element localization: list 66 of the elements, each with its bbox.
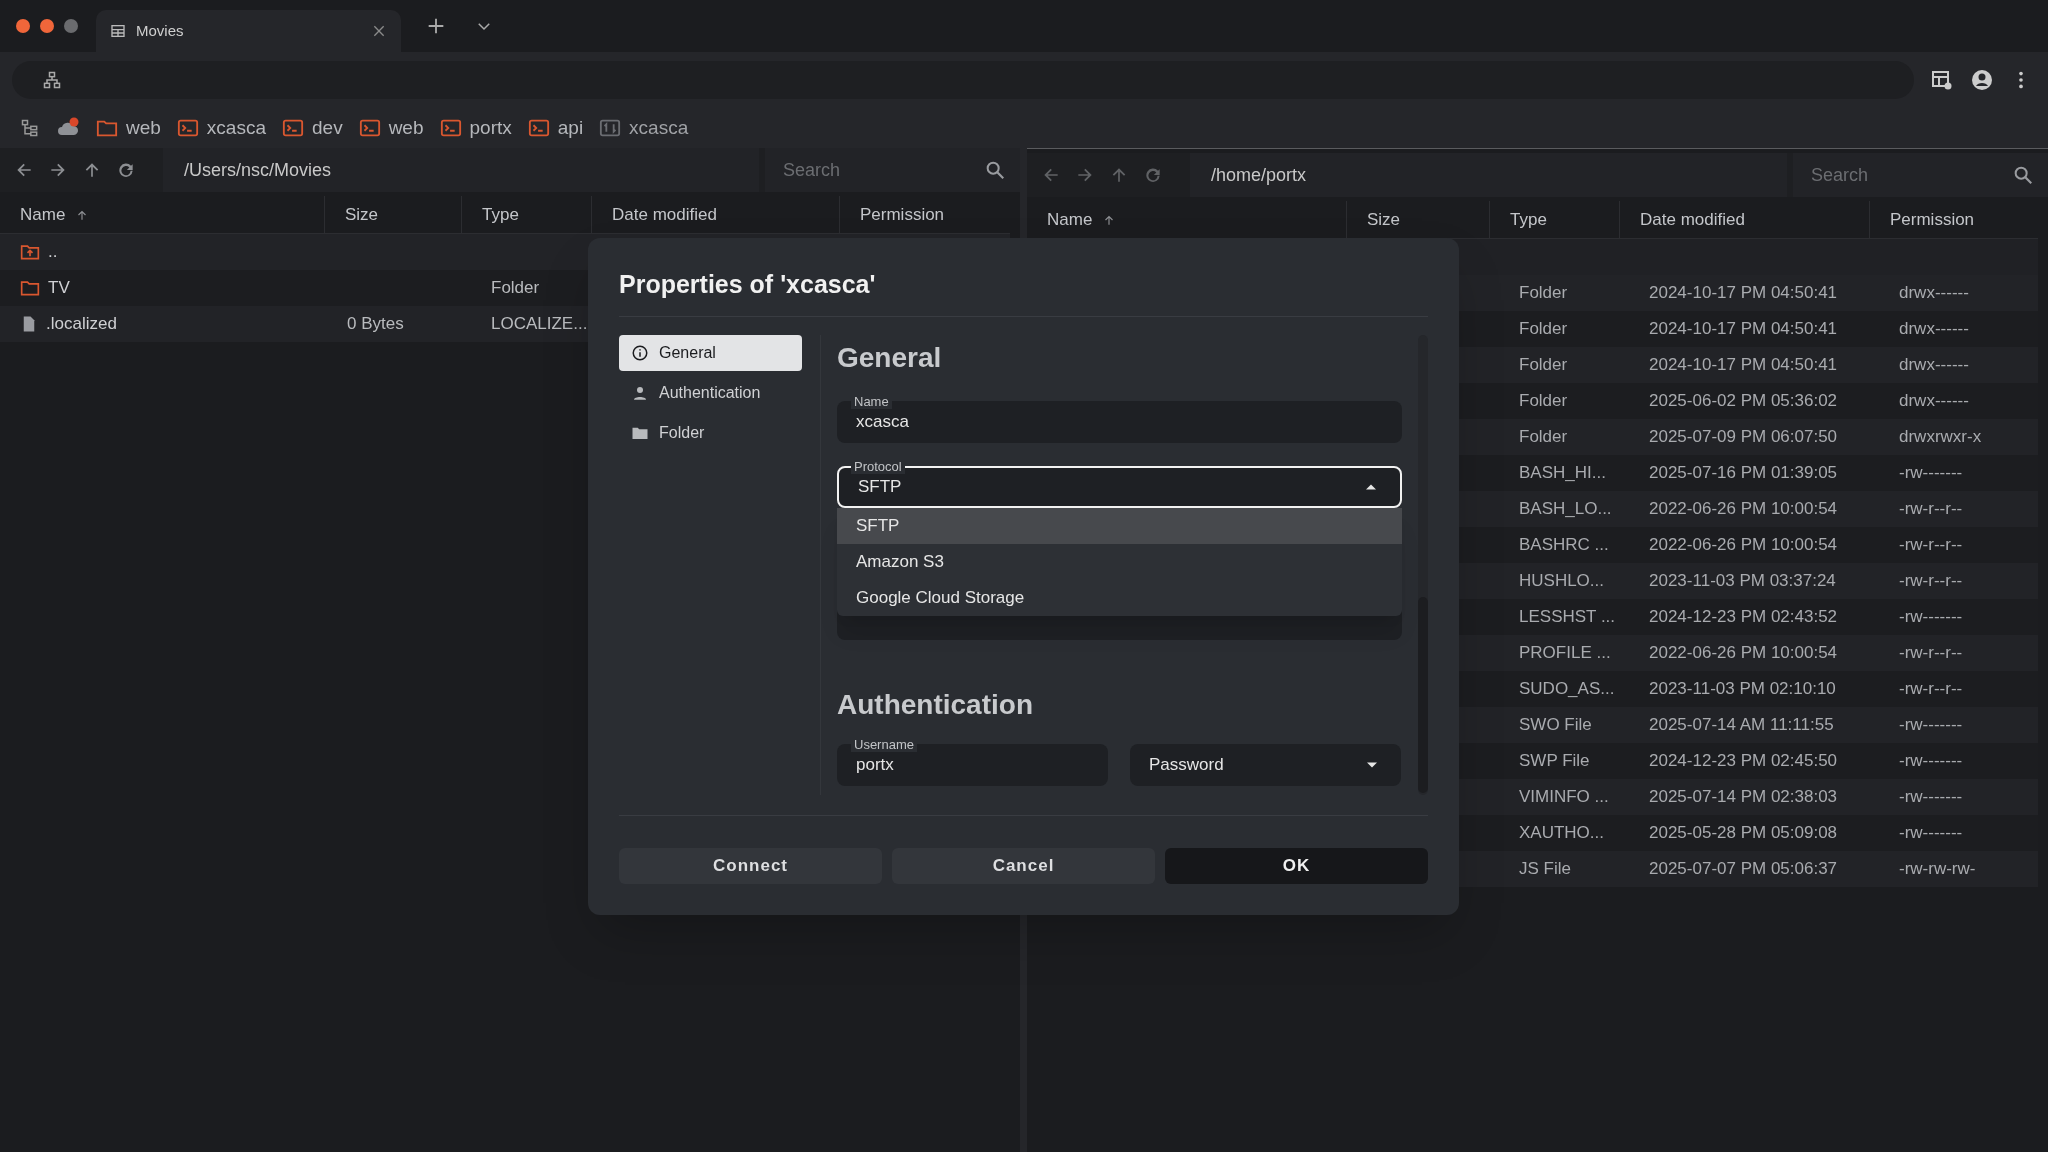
table-cell-text: 2025-07-14 AM 11:11:55 bbox=[1648, 714, 1835, 737]
field-value: portx bbox=[856, 754, 895, 777]
table-cell-text: 2024-12-23 PM 02:43:52 bbox=[1648, 606, 1839, 629]
field-label: Name bbox=[851, 395, 892, 409]
table-cell-text: -rw-r--r-- bbox=[1898, 570, 1964, 593]
section-heading: General bbox=[837, 341, 942, 375]
table-cell-text: 2025-07-16 PM 01:39:05 bbox=[1648, 462, 1839, 485]
table-cell-text: -rw------- bbox=[1898, 786, 1964, 809]
table-cell-text: -rw-r--r-- bbox=[1898, 498, 1964, 521]
table-cell-text: SWO File bbox=[1518, 714, 1593, 737]
table-cell-text: 2025-07-14 PM 02:38:03 bbox=[1648, 786, 1839, 809]
table-cell-text: HUSHLO... bbox=[1518, 570, 1606, 593]
file-name: .localized bbox=[46, 313, 117, 336]
table-cell-text: -rw-r--r-- bbox=[1898, 534, 1964, 557]
table-cell-text: BASHRC ... bbox=[1518, 534, 1610, 557]
table-cell-text: -rw------- bbox=[1898, 714, 1964, 737]
dialog-title: Properties of 'xcasca' bbox=[619, 269, 877, 300]
table-cell-text: 2023-11-03 PM 02:10:10 bbox=[1648, 678, 1837, 701]
table-cell-text: 2024-10-17 PM 04:50:41 bbox=[1648, 282, 1839, 305]
table-cell-text: BASH_HI... bbox=[1518, 462, 1607, 485]
table-cell-text: drwxrwxr-x bbox=[1898, 426, 1983, 449]
table-cell-text: Folder bbox=[490, 277, 541, 300]
field-value: xcasca bbox=[856, 411, 910, 434]
table-cell-text: XAUTHO... bbox=[1518, 822, 1605, 845]
table-cell-text: PROFILE ... bbox=[1518, 642, 1612, 665]
table-cell-text: 2022-06-26 PM 10:00:54 bbox=[1648, 534, 1839, 557]
table-cell-text: VIMINFO ... bbox=[1518, 786, 1610, 809]
table-cell-text: SUDO_AS... bbox=[1518, 678, 1616, 701]
table-cell-text: 0 Bytes bbox=[346, 313, 405, 336]
table-cell-text: SWP File bbox=[1518, 750, 1591, 773]
table-cell-text: Folder bbox=[1518, 282, 1569, 305]
table-cell-text: drwx------ bbox=[1898, 390, 1970, 413]
table-cell-text: LOCALIZE... bbox=[490, 313, 589, 336]
table-cell-text: 2025-06-02 PM 05:36:02 bbox=[1648, 390, 1839, 413]
table-cell-text: 2023-11-03 PM 03:37:24 bbox=[1648, 570, 1837, 593]
table-cell-text: Folder bbox=[1518, 390, 1569, 413]
table-cell-text: 2024-10-17 PM 04:50:41 bbox=[1648, 354, 1839, 377]
table-cell-text: -rw-r--r-- bbox=[1898, 678, 1964, 701]
table-cell-text: 2025-07-09 PM 06:07:50 bbox=[1648, 426, 1839, 449]
table-cell-text: drwx------ bbox=[1898, 318, 1970, 341]
table-cell-text: 2024-10-17 PM 04:50:41 bbox=[1648, 318, 1839, 341]
table-cell-text: -rw-rw-rw- bbox=[1898, 858, 1977, 881]
table-cell-text: LESSHST ... bbox=[1518, 606, 1617, 629]
table-cell-text: drwx------ bbox=[1898, 354, 1970, 377]
table-cell-text: 2025-05-28 PM 05:09:08 bbox=[1648, 822, 1839, 845]
field-label: Protocol bbox=[851, 460, 905, 474]
file-name: .. bbox=[48, 241, 58, 264]
table-cell-text: BASH_LO... bbox=[1518, 498, 1613, 521]
table-cell-text: 2022-06-26 PM 10:00:54 bbox=[1648, 498, 1839, 521]
table-cell-text: -rw------- bbox=[1898, 822, 1964, 845]
table-cell-text: 2024-12-23 PM 02:45:50 bbox=[1648, 750, 1839, 773]
field-value: SFTP bbox=[858, 476, 903, 499]
table-cell-text: drwx------ bbox=[1898, 282, 1970, 305]
table-cell-text: Folder bbox=[1518, 354, 1569, 377]
table-cell-text: Folder bbox=[1518, 426, 1569, 449]
table-cell-text: -rw------- bbox=[1898, 606, 1964, 629]
table-cell-text: JS File bbox=[1518, 858, 1572, 881]
file-name: TV bbox=[48, 277, 70, 300]
field-label: Username bbox=[851, 738, 917, 752]
tab-title: Movies bbox=[136, 20, 185, 41]
table-cell-text: Folder bbox=[1518, 318, 1569, 341]
table-cell-text: -rw------- bbox=[1898, 750, 1964, 773]
table-cell-text: -rw-r--r-- bbox=[1898, 642, 1964, 665]
table-cell-text: -rw------- bbox=[1898, 462, 1964, 485]
table-cell-text: 2022-06-26 PM 10:00:54 bbox=[1648, 642, 1839, 665]
table-cell-text: 2025-07-07 PM 05:06:37 bbox=[1648, 858, 1839, 881]
